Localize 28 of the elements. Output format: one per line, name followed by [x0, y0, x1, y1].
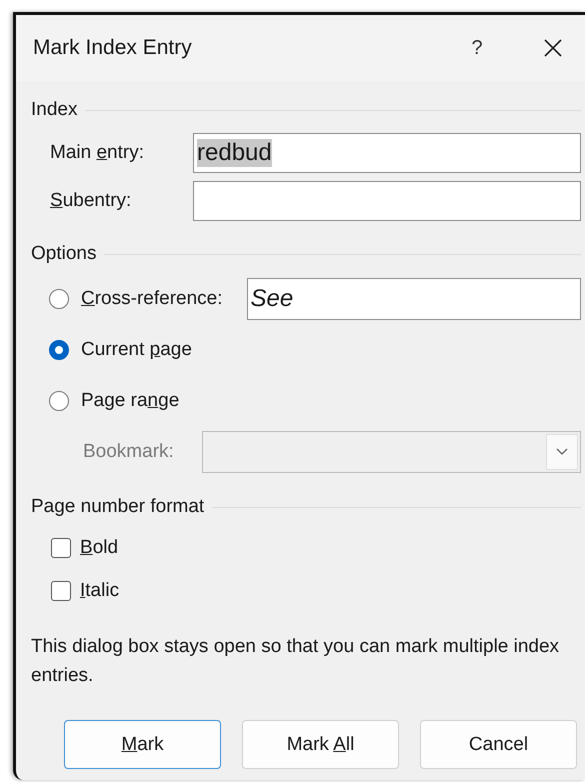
dialog-button[interactable]: Mark All	[242, 720, 399, 769]
checkbox[interactable]	[51, 580, 71, 600]
radio-button[interactable]	[49, 288, 69, 308]
section-heading: Index	[31, 99, 78, 121]
dialog-button[interactable]: Mark	[64, 720, 221, 769]
close-icon	[543, 38, 563, 58]
dialog-button[interactable]: Cancel	[420, 720, 577, 769]
chevron-down-icon	[556, 448, 568, 456]
text-field[interactable]	[193, 181, 581, 221]
help-button[interactable]: ?	[457, 36, 497, 60]
section-heading: Page number format	[31, 496, 204, 518]
field-label: Bookmark:	[83, 441, 175, 463]
field-label: Main entry:	[50, 142, 145, 164]
field-value: redbud	[197, 139, 272, 167]
text-field[interactable]: redbud	[193, 133, 581, 173]
radio-label: Page range	[81, 390, 180, 412]
text-field[interactable]: See	[246, 278, 581, 320]
radio-button[interactable]	[49, 340, 69, 360]
window-title: Mark Index Entry	[33, 36, 193, 60]
checkbox-label: Italic	[80, 580, 120, 602]
radio-label: Cross-reference:	[81, 288, 223, 310]
checkbox-label: Bold	[80, 536, 118, 558]
checkbox[interactable]	[51, 538, 71, 558]
radio-label: Current page	[81, 338, 192, 360]
radio-button[interactable]	[49, 390, 69, 410]
section-heading: Options	[31, 243, 96, 265]
info-text: This dialog box stays open so that you can mark multiple index entries.	[31, 635, 560, 688]
field-label: Subentry:	[50, 190, 132, 212]
